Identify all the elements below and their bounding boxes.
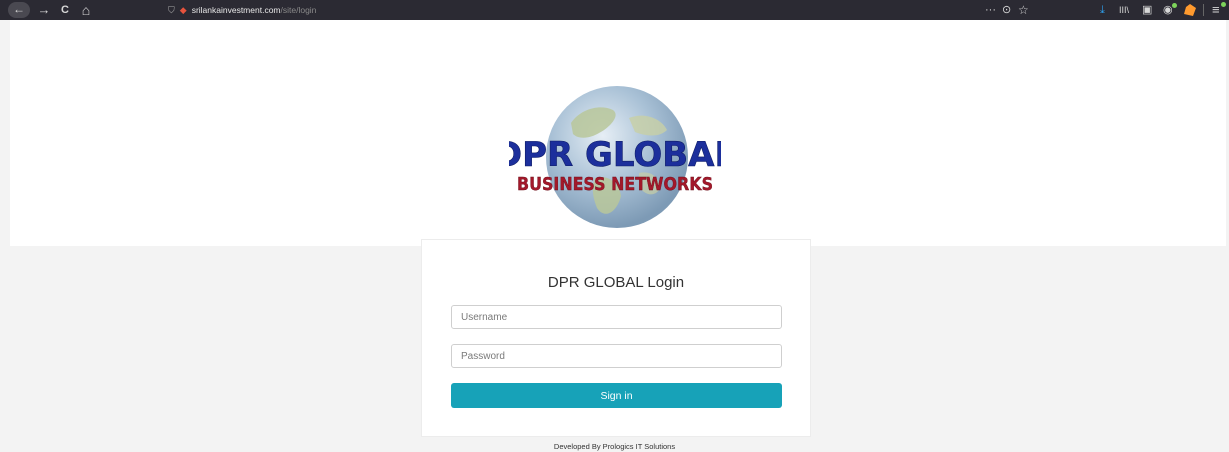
forward-arrow-icon: → [37,2,51,17]
extension-badge [1172,3,1177,8]
reload-icon: C [61,4,69,16]
url-domain: srilankainvestment.com [191,5,281,15]
tracking-shield-icon[interactable]: ⛉ [168,5,175,15]
download-icon[interactable]: ⤓ [1100,0,1105,20]
toolbar-divider [1203,4,1204,16]
bookmark-star-icon[interactable]: ☆ [1018,0,1029,20]
logo-line-2: BUSINESS NETWORKS [517,175,713,195]
home-icon: ⌂ [81,2,91,18]
sidebar-icon[interactable]: ▣ [1142,0,1152,20]
browser-toolbar: ← → C ⌂ ⛉ ◆ srilankainvestment.com/site/lo… [0,0,1229,20]
back-button[interactable]: ← [8,2,30,18]
password-input[interactable] [451,344,782,368]
site-identity-icon[interactable]: ◆ [180,5,187,15]
page-actions-more-icon[interactable]: ··· [985,0,996,20]
update-badge [1221,2,1226,7]
library-icon[interactable]: III\ [1119,0,1129,20]
dpr-global-logo: DPR GLOBAL BUSINESS NETWORKS [509,86,721,228]
hamburger-menu-icon[interactable]: ≡ [1212,0,1220,20]
extension-icon[interactable]: ◉ [1163,0,1173,20]
developer-credit: Developed By Prologics IT Solutions [553,442,676,451]
login-card: DPR GLOBAL Login Sign in [421,239,811,437]
home-button[interactable]: ⌂ [77,0,95,20]
logo-line-1: DPR GLOBAL [509,135,721,175]
firefox-account-icon[interactable] [1184,4,1196,16]
username-input[interactable] [451,305,782,329]
reload-button[interactable]: C [57,0,73,20]
login-title: DPR GLOBAL Login [547,274,685,291]
forward-button[interactable]: → [36,0,52,20]
sign-in-button[interactable]: Sign in [451,383,782,408]
url-path: /site/login [280,5,317,15]
back-arrow-icon: ← [13,2,25,16]
url-bar[interactable]: ⛉ ◆ srilankainvestment.com/site/login [168,3,316,17]
pocket-icon[interactable]: ⊙ [1002,0,1011,20]
